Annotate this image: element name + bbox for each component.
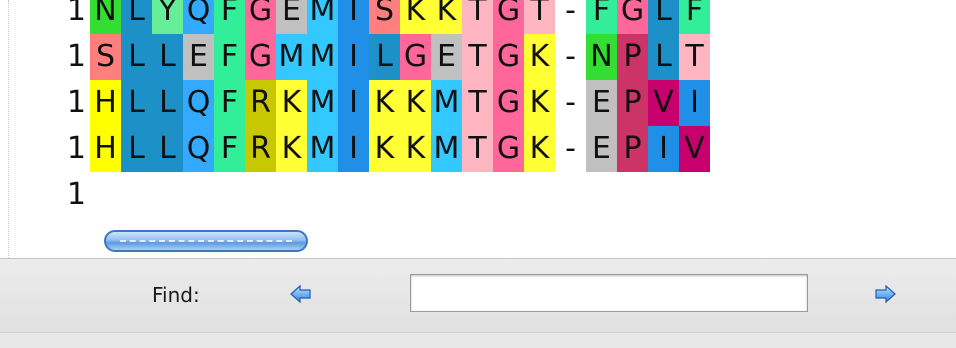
- residue-cell[interactable]: G: [617, 0, 648, 34]
- residue-cell[interactable]: F: [214, 126, 245, 172]
- residue-cell[interactable]: G: [493, 126, 524, 172]
- residue-cell[interactable]: F: [586, 0, 617, 34]
- residue-cell[interactable]: G: [493, 80, 524, 126]
- residue-cell[interactable]: I: [648, 126, 679, 172]
- scrollbar-thumb[interactable]: [104, 230, 308, 252]
- residue-cell[interactable]: K: [524, 34, 555, 80]
- residue-cell[interactable]: L: [121, 34, 152, 80]
- residue-cell[interactable]: -: [555, 34, 586, 80]
- find-input[interactable]: [410, 274, 808, 312]
- find-next-button[interactable]: [872, 281, 898, 307]
- residue-cell[interactable]: F: [679, 0, 710, 34]
- residue-cell[interactable]: R: [245, 80, 276, 126]
- row-number: 1: [66, 0, 86, 28]
- left-arrow-icon: [290, 284, 311, 304]
- residue-cell[interactable]: M: [276, 34, 307, 80]
- residue-cell[interactable]: L: [152, 80, 183, 126]
- residue-cell[interactable]: Q: [183, 126, 214, 172]
- residue-cell[interactable]: N: [586, 34, 617, 80]
- row-number: 1: [66, 85, 86, 120]
- residue-cell[interactable]: Y: [152, 0, 183, 34]
- residue-cell[interactable]: S: [90, 34, 121, 80]
- residue-cell[interactable]: M: [307, 126, 338, 172]
- residue-cell[interactable]: G: [493, 0, 524, 34]
- residue-cell[interactable]: E: [586, 80, 617, 126]
- residue-cell[interactable]: M: [307, 80, 338, 126]
- residue-cell[interactable]: V: [648, 80, 679, 126]
- residue-cell[interactable]: I: [338, 34, 369, 80]
- residue-cell[interactable]: M: [307, 0, 338, 34]
- residue-cell[interactable]: K: [276, 126, 307, 172]
- residue-cell[interactable]: F: [214, 80, 245, 126]
- residue-cell[interactable]: K: [400, 0, 431, 34]
- residue-cell[interactable]: H: [90, 126, 121, 172]
- status-strip: [0, 332, 956, 348]
- residue-cell[interactable]: K: [369, 126, 400, 172]
- residue-cell[interactable]: T: [462, 126, 493, 172]
- residue-cell[interactable]: H: [90, 80, 121, 126]
- residue-cell[interactable]: F: [214, 0, 245, 34]
- residue-cell[interactable]: T: [462, 80, 493, 126]
- residue-cell[interactable]: E: [276, 0, 307, 34]
- gutter: [0, 0, 9, 258]
- residue-cell[interactable]: T: [524, 0, 555, 34]
- residue-cell[interactable]: K: [431, 0, 462, 34]
- residue-cell[interactable]: L: [648, 34, 679, 80]
- residue-cell[interactable]: K: [400, 80, 431, 126]
- find-label: Find:: [152, 283, 200, 307]
- alignment-view: 1NLYQFGEMISKKTGT-FGLF1SLLEFGMMILGETGK-NP…: [0, 0, 956, 258]
- residue-cell[interactable]: L: [121, 0, 152, 34]
- row-number: 1: [66, 131, 86, 166]
- residue-cell[interactable]: I: [338, 126, 369, 172]
- residue-cell[interactable]: V: [679, 126, 710, 172]
- residue-cell[interactable]: M: [307, 34, 338, 80]
- residue-cell[interactable]: L: [152, 34, 183, 80]
- find-bar: Find:: [0, 258, 956, 333]
- row-number: 1: [66, 39, 86, 74]
- residue-cell[interactable]: L: [121, 80, 152, 126]
- residue-cell[interactable]: G: [493, 34, 524, 80]
- residue-cell[interactable]: R: [245, 126, 276, 172]
- residue-cell[interactable]: K: [276, 80, 307, 126]
- residue-cell[interactable]: P: [617, 80, 648, 126]
- residue-cell[interactable]: I: [679, 80, 710, 126]
- residue-cell[interactable]: S: [369, 0, 400, 34]
- find-previous-button[interactable]: [288, 281, 314, 307]
- residue-cell[interactable]: T: [462, 34, 493, 80]
- residue-cell[interactable]: K: [524, 80, 555, 126]
- residue-cell[interactable]: I: [338, 0, 369, 34]
- row-number: 1: [66, 177, 86, 212]
- residue-cell[interactable]: K: [369, 80, 400, 126]
- residue-cell[interactable]: E: [431, 34, 462, 80]
- residue-cell[interactable]: P: [617, 34, 648, 80]
- residue-cell[interactable]: -: [555, 0, 586, 34]
- residue-cell[interactable]: L: [369, 34, 400, 80]
- residue-cell[interactable]: K: [524, 126, 555, 172]
- residue-cell[interactable]: G: [245, 0, 276, 34]
- residue-cell[interactable]: L: [121, 126, 152, 172]
- residue-cell[interactable]: I: [338, 80, 369, 126]
- right-arrow-icon: [875, 284, 896, 304]
- residue-cell[interactable]: L: [648, 0, 679, 34]
- residue-cell[interactable]: P: [617, 126, 648, 172]
- residue-cell[interactable]: G: [245, 34, 276, 80]
- residue-cell[interactable]: M: [431, 126, 462, 172]
- residue-cell[interactable]: -: [555, 80, 586, 126]
- residue-cell[interactable]: T: [462, 0, 493, 34]
- residue-cell[interactable]: E: [183, 34, 214, 80]
- residue-cell[interactable]: T: [679, 34, 710, 80]
- residue-cell[interactable]: M: [431, 80, 462, 126]
- residue-cell[interactable]: -: [555, 126, 586, 172]
- residue-cell[interactable]: Q: [183, 80, 214, 126]
- residue-cell[interactable]: E: [586, 126, 617, 172]
- residue-cell[interactable]: N: [90, 0, 121, 34]
- residue-cell[interactable]: Q: [183, 0, 214, 34]
- residue-cell[interactable]: G: [400, 34, 431, 80]
- residue-cell[interactable]: F: [214, 34, 245, 80]
- residue-cell[interactable]: K: [400, 126, 431, 172]
- residue-cell[interactable]: L: [152, 126, 183, 172]
